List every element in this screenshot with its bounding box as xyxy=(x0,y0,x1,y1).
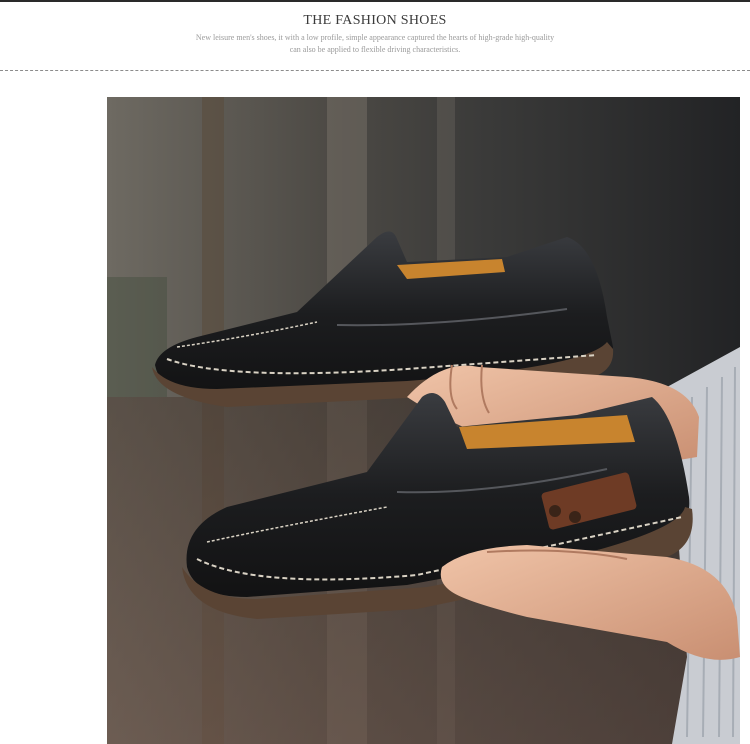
section-subtitle-line-2: can also be applied to flexible driving … xyxy=(289,45,461,54)
section-header: THE FASHION SHOES New leisure men's shoe… xyxy=(0,0,750,72)
section-subtitle-line-1: New leisure men's shoes, it with a low p… xyxy=(195,33,555,42)
section-title: THE FASHION SHOES xyxy=(303,13,447,28)
product-photo xyxy=(107,97,740,744)
dashed-divider xyxy=(0,70,750,71)
